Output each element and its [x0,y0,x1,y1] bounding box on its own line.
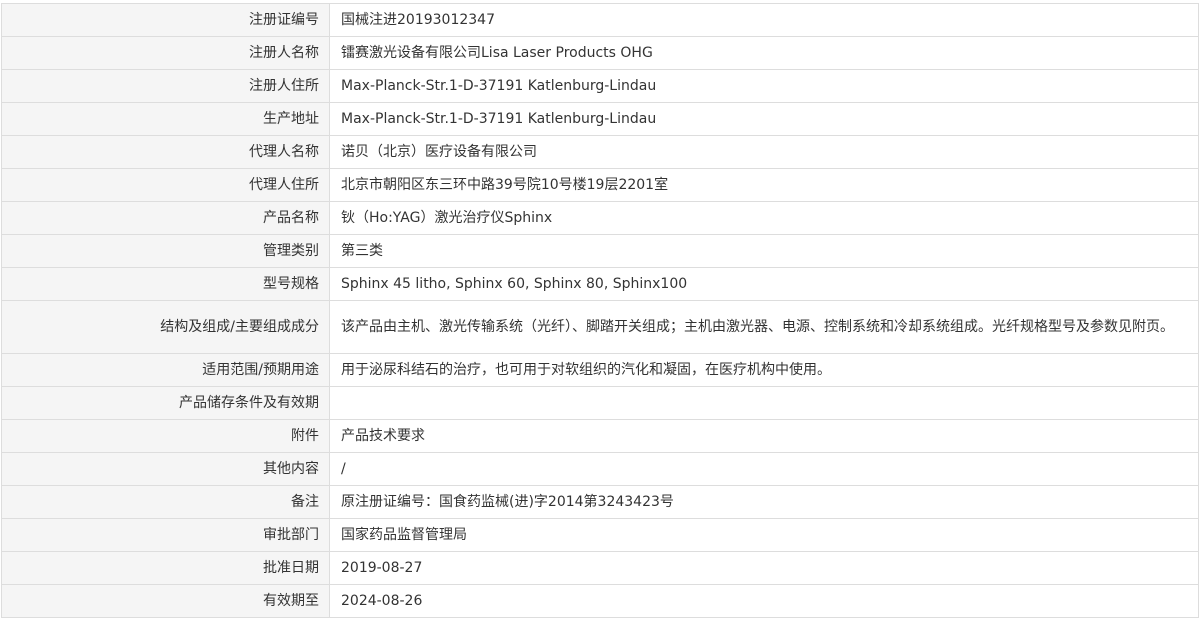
table-row: 产品储存条件及有效期 [1,386,1199,420]
row-value: 镭赛激光设备有限公司Lisa Laser Products OHG [329,36,1199,70]
table-row: 管理类别 第三类 [1,234,1199,268]
registration-info-table: 注册证编号 国械注进20193012347 注册人名称 镭赛激光设备有限公司Li… [1,3,1199,618]
row-label: 代理人名称 [1,135,330,169]
table-row: 型号规格 Sphinx 45 litho, Sphinx 60, Sphinx … [1,267,1199,301]
row-label: 产品储存条件及有效期 [1,386,330,420]
row-label: 注册人住所 [1,69,330,103]
row-value: 国械注进20193012347 [329,3,1199,37]
row-value: 北京市朝阳区东三环中路39号院10号楼19层2201室 [329,168,1199,202]
table-row: 备注 原注册证编号：国食药监械(进)字2014第3243423号 [1,485,1199,519]
row-value: 该产品由主机、激光传输系统（光纤）、脚踏开关组成；主机由激光器、电源、控制系统和… [329,300,1199,354]
row-label: 型号规格 [1,267,330,301]
row-label: 结构及组成/主要组成成分 [1,300,330,354]
row-label: 适用范围/预期用途 [1,353,330,387]
row-label: 备注 [1,485,330,519]
row-value: Max-Planck-Str.1-D-37191 Katlenburg-Lind… [329,69,1199,103]
table-row: 代理人住所 北京市朝阳区东三环中路39号院10号楼19层2201室 [1,168,1199,202]
row-value: 产品技术要求 [329,419,1199,453]
row-value: / [329,452,1199,486]
table-row: 结构及组成/主要组成成分 该产品由主机、激光传输系统（光纤）、脚踏开关组成；主机… [1,300,1199,354]
table-row: 批准日期 2019-08-27 [1,551,1199,585]
row-value: 用于泌尿科结石的治疗，也可用于对软组织的汽化和凝固，在医疗机构中使用。 [329,353,1199,387]
row-value: 国家药品监督管理局 [329,518,1199,552]
row-label: 其他内容 [1,452,330,486]
row-label: 管理类别 [1,234,330,268]
row-label: 生产地址 [1,102,330,136]
row-label: 附件 [1,419,330,453]
table-row: 审批部门 国家药品监督管理局 [1,518,1199,552]
row-value: Max-Planck-Str.1-D-37191 Katlenburg-Lind… [329,102,1199,136]
table-row: 生产地址 Max-Planck-Str.1-D-37191 Katlenburg… [1,102,1199,136]
table-row: 附件 产品技术要求 [1,419,1199,453]
row-value: 原注册证编号：国食药监械(进)字2014第3243423号 [329,485,1199,519]
table-row: 注册人名称 镭赛激光设备有限公司Lisa Laser Products OHG [1,36,1199,70]
row-label: 代理人住所 [1,168,330,202]
row-value: 第三类 [329,234,1199,268]
row-label: 注册人名称 [1,36,330,70]
table-row: 代理人名称 诺贝（北京）医疗设备有限公司 [1,135,1199,169]
row-label: 批准日期 [1,551,330,585]
table-row: 注册证编号 国械注进20193012347 [1,3,1199,37]
registration-detail-page: 注册证编号 国械注进20193012347 注册人名称 镭赛激光设备有限公司Li… [0,0,1200,634]
row-label: 有效期至 [1,584,330,618]
table-row: 注册人住所 Max-Planck-Str.1-D-37191 Katlenbur… [1,69,1199,103]
row-label: 产品名称 [1,201,330,235]
row-label: 注册证编号 [1,3,330,37]
table-row: 适用范围/预期用途 用于泌尿科结石的治疗，也可用于对软组织的汽化和凝固，在医疗机… [1,353,1199,387]
row-value: 2024-08-26 [329,584,1199,618]
row-value: 2019-08-27 [329,551,1199,585]
table-row: 其他内容 / [1,452,1199,486]
table-row: 产品名称 钬（Ho:YAG）激光治疗仪Sphinx [1,201,1199,235]
row-value: 钬（Ho:YAG）激光治疗仪Sphinx [329,201,1199,235]
row-value: 诺贝（北京）医疗设备有限公司 [329,135,1199,169]
table-row: 有效期至 2024-08-26 [1,584,1199,618]
row-value [329,386,1199,420]
row-label: 审批部门 [1,518,330,552]
row-value: Sphinx 45 litho, Sphinx 60, Sphinx 80, S… [329,267,1199,301]
